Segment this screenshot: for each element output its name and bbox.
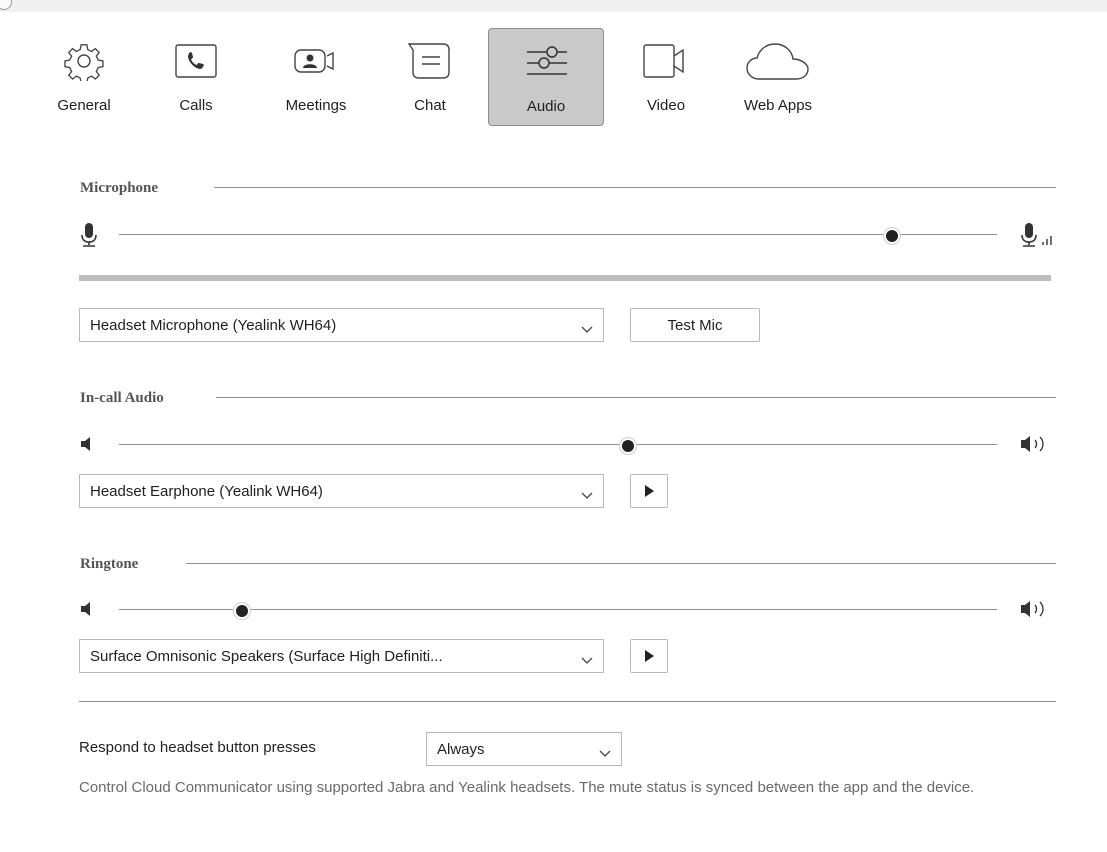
- tab-chat[interactable]: Chat: [384, 28, 476, 126]
- tab-label: General: [57, 97, 111, 114]
- chevron-down-icon: [581, 652, 593, 669]
- tab-meetings[interactable]: Meetings: [268, 28, 364, 126]
- section-title-in-call-audio: In-call Audio: [80, 390, 164, 406]
- slider-thumb[interactable]: [620, 438, 637, 454]
- speaker-low-icon: [80, 601, 96, 621]
- selected-value: Always: [437, 741, 485, 758]
- slider-track: [119, 609, 997, 610]
- microphone-icon: [80, 222, 98, 252]
- speaker-high-icon: [1020, 599, 1056, 623]
- tab-audio[interactable]: Audio: [488, 28, 604, 126]
- speaker-low-icon: [80, 436, 96, 456]
- chat-icon: [384, 38, 476, 84]
- cloud-icon: [722, 38, 834, 84]
- microphone-level-icon: [1020, 222, 1058, 252]
- tab-calls[interactable]: Calls: [150, 28, 242, 126]
- selected-value: Headset Microphone (Yealink WH64): [90, 317, 337, 334]
- slider-track: [119, 234, 997, 235]
- section-divider: [214, 187, 1056, 188]
- speaker-high-icon: [1020, 434, 1056, 458]
- play-icon: [645, 650, 654, 662]
- headset-response-label: Respond to headset button presses: [79, 739, 316, 756]
- selected-value: Headset Earphone (Yealink WH64): [90, 483, 323, 500]
- play-ringtone-test-button[interactable]: [630, 639, 668, 673]
- ringtone-volume-slider[interactable]: [119, 600, 997, 620]
- slider-thumb[interactable]: [883, 228, 900, 244]
- play-in-call-test-button[interactable]: [630, 474, 668, 508]
- headset-help-text: Control Cloud Communicator using support…: [79, 779, 975, 796]
- section-divider: [79, 701, 1056, 702]
- test-mic-button[interactable]: Test Mic: [630, 308, 760, 342]
- tab-label: Meetings: [285, 97, 347, 114]
- chevron-down-icon: [599, 745, 611, 762]
- tab-label: Chat: [414, 97, 446, 114]
- tab-web-apps[interactable]: Web Apps: [722, 28, 834, 126]
- tab-label: Calls: [179, 97, 213, 114]
- section-divider: [216, 397, 1056, 398]
- in-call-volume-slider[interactable]: [119, 435, 997, 455]
- microphone-volume-slider[interactable]: [119, 225, 997, 245]
- phone-icon: [150, 38, 242, 84]
- tab-label: Video: [646, 97, 686, 114]
- microphone-device-select[interactable]: Headset Microphone (Yealink WH64): [79, 308, 604, 342]
- tab-video[interactable]: Video: [620, 28, 712, 126]
- section-title-microphone: Microphone: [80, 180, 159, 196]
- play-icon: [645, 485, 654, 497]
- slider-thumb[interactable]: [233, 603, 250, 619]
- ringtone-device-select[interactable]: Surface Omnisonic Speakers (Surface High…: [79, 639, 604, 673]
- in-call-device-select[interactable]: Headset Earphone (Yealink WH64): [79, 474, 604, 508]
- chevron-down-icon: [581, 487, 593, 504]
- chevron-down-icon: [581, 321, 593, 338]
- video-camera-icon: [620, 38, 712, 84]
- tab-label: Web Apps: [743, 97, 813, 114]
- title-bar: [0, 0, 1107, 12]
- headset-response-select[interactable]: Always: [426, 732, 622, 766]
- microphone-level-meter: [79, 275, 1051, 281]
- tab-general[interactable]: General: [38, 28, 130, 126]
- meeting-camera-icon: [268, 38, 364, 84]
- selected-value: Surface Omnisonic Speakers (Surface High…: [90, 648, 443, 665]
- section-divider: [186, 563, 1056, 564]
- app-icon: [0, 0, 12, 10]
- audio-sliders-icon: [489, 39, 603, 85]
- tab-label: Audio: [526, 98, 566, 115]
- gear-icon: [38, 38, 130, 84]
- slider-track: [119, 444, 997, 445]
- section-title-ringtone: Ringtone: [80, 556, 139, 572]
